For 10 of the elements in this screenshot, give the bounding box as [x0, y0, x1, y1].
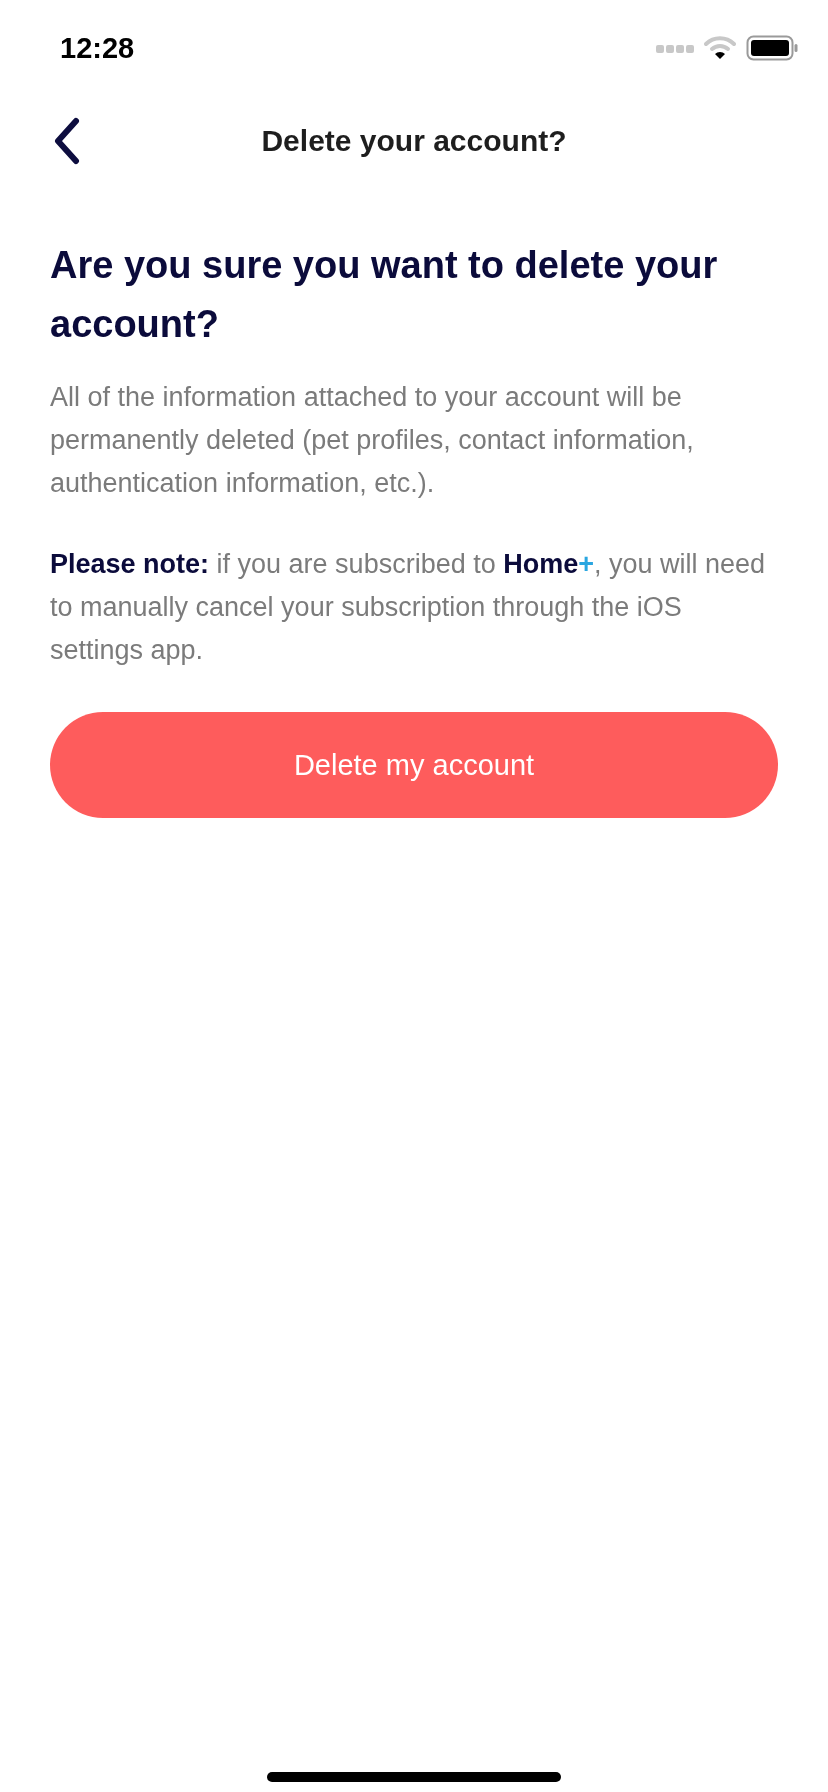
wifi-icon [704, 36, 736, 60]
battery-icon [746, 35, 798, 61]
status-time: 12:28 [60, 31, 135, 65]
back-icon[interactable] [52, 117, 82, 165]
description-text: All of the information attached to your account will be permanently deleted (pet profiles, contact information, authentication information, etc.). [50, 381, 695, 500]
page-title: Delete your account? [261, 124, 567, 158]
heading: Are you sure you want to delete your account? [50, 243, 719, 347]
delete-account-button[interactable]: Delete my account [50, 712, 778, 818]
note-text: Please note: if you are subscribed to Home+, you will need to manually cancel your subscription through the iOS settings app. [50, 548, 767, 667]
signal-icon [656, 42, 694, 54]
